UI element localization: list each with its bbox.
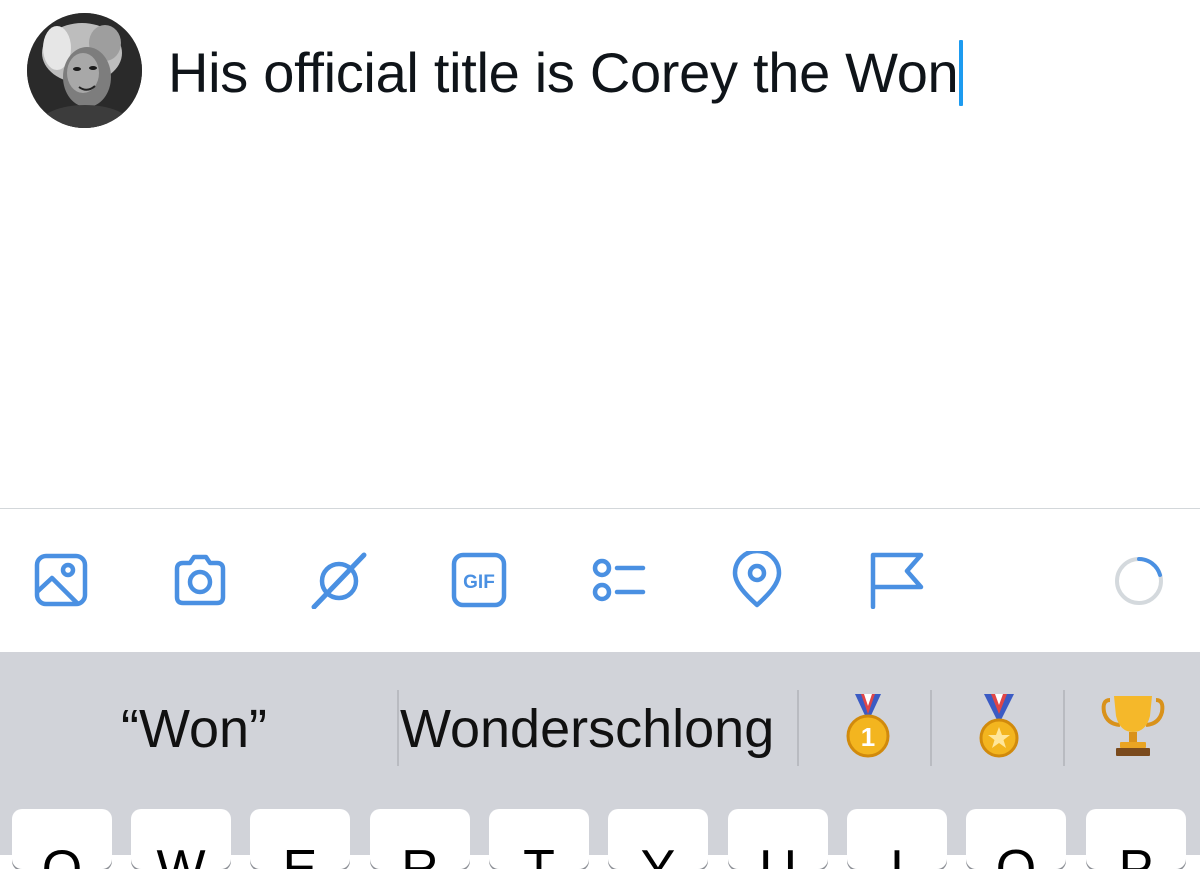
compose-toolbar: GIF (0, 509, 1200, 652)
image-icon[interactable] (32, 551, 90, 609)
key-p[interactable]: P (1086, 809, 1186, 869)
tweet-text: His official title is Corey the Won (168, 41, 959, 104)
keyboard-top-row: Q W E R T Y U I O P (0, 809, 1200, 869)
suggestion-divider (797, 690, 799, 766)
text-caret (959, 40, 964, 106)
suggestion-divider (930, 690, 932, 766)
key-u[interactable]: U (728, 809, 828, 869)
key-q[interactable]: Q (12, 809, 112, 869)
key-t[interactable]: T (489, 809, 589, 869)
compose-area: His official title is Corey the Won (0, 0, 1200, 508)
svg-text:1: 1 (861, 722, 875, 752)
key-e[interactable]: E (250, 809, 350, 869)
gif-label: GIF (463, 572, 495, 593)
suggestion-word[interactable]: Wonderschlong (400, 698, 774, 760)
suggestion-divider (397, 690, 399, 766)
key-y[interactable]: Y (608, 809, 708, 869)
location-icon[interactable] (728, 551, 786, 609)
medal-first-place-icon[interactable]: 1 (835, 692, 901, 758)
sports-medal-icon[interactable] (966, 692, 1032, 758)
keyboard: “Won” Wonderschlong 1 Q W E R T Y U I O … (0, 652, 1200, 869)
key-o[interactable]: O (966, 809, 1066, 869)
flag-icon[interactable] (867, 551, 925, 609)
avatar[interactable] (27, 13, 142, 128)
suggestion-divider (1063, 690, 1065, 766)
predictive-text-bar: “Won” Wonderschlong 1 (0, 652, 1200, 802)
camera-icon[interactable] (171, 551, 229, 609)
poll-icon[interactable] (589, 551, 647, 609)
gif-icon[interactable]: GIF (450, 551, 508, 609)
tweet-text-input[interactable]: His official title is Corey the Won (168, 38, 964, 108)
trophy-icon[interactable] (1100, 692, 1166, 758)
key-w[interactable]: W (131, 809, 231, 869)
character-count-ring (1115, 557, 1163, 605)
avatar-photo (27, 13, 142, 128)
key-r[interactable]: R (370, 809, 470, 869)
grok-icon[interactable] (310, 551, 368, 609)
key-i[interactable]: I (847, 809, 947, 869)
suggestion-quoted[interactable]: “Won” (121, 698, 267, 760)
